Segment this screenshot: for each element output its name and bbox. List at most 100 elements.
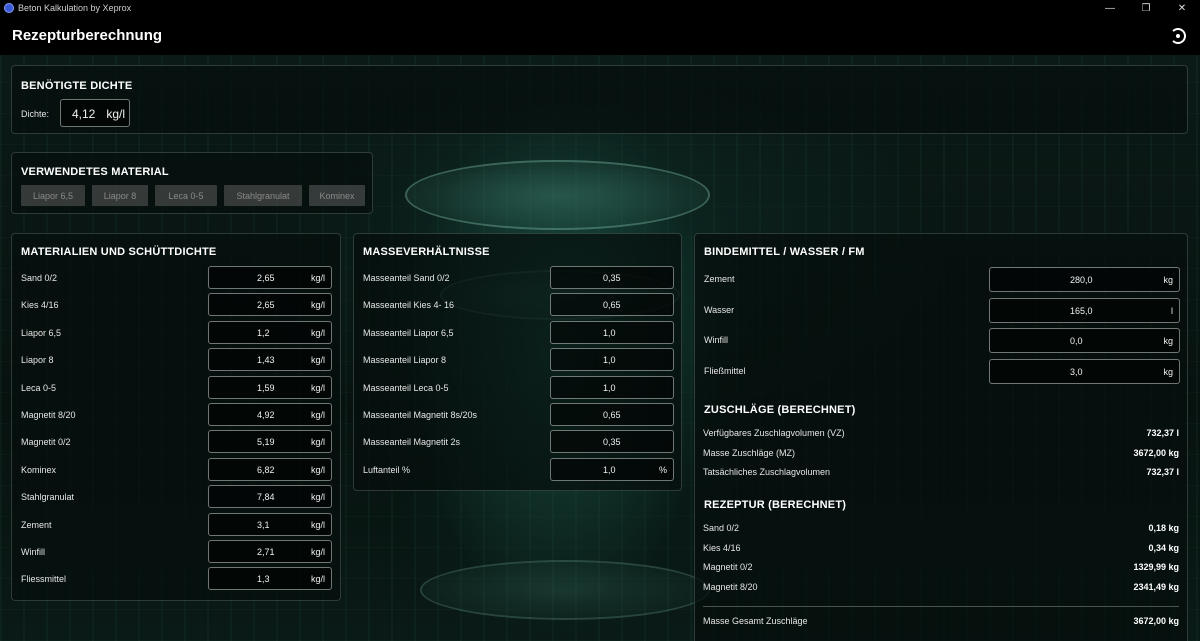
chip-kominex[interactable]: Kominex [309,185,365,206]
chip-liapor-6-5[interactable]: Liapor 6,5 [21,185,85,206]
mass-ratio-input[interactable]: 1,0 [550,320,674,344]
bulk-density-label: Kominex [21,464,57,475]
bulk-density-value: 1,59 [257,382,275,393]
recipe-total-row: Masse Gesamt Zuschläge 3672,00 kg [703,616,1179,626]
bulk-density-input[interactable]: 1,3 kg/l [208,567,332,591]
bulk-density-input[interactable]: 2,65 kg/l [208,293,332,317]
minimize-button[interactable]: — [1092,0,1128,16]
binder-unit: kg [1163,275,1173,285]
bulk-density-unit: kg/l [310,273,325,283]
mass-ratio-label: Masseanteil Magnetit 8s/20s [363,410,478,420]
density-value: 4,12 [72,107,96,121]
recipe-row: Magnetit 8/20 2341,49 kg [703,582,1179,592]
mass-ratio-value: 0,65 [603,410,621,420]
reset-icon[interactable] [1170,27,1186,44]
mass-ratio-input[interactable]: 1,0% [550,457,674,481]
recipe-value: 0,18 kg [1148,523,1179,533]
recipe-label: Magnetit 0/2 [703,562,753,572]
bulk-density-input[interactable]: 2,71 kg/l [208,540,332,563]
bulk-density-input[interactable]: 1,2 kg/l [208,320,332,344]
maximize-button[interactable]: ❐ [1128,0,1164,16]
binder-input[interactable]: 3,0 kg [989,358,1180,384]
bulk-density-value: 2,65 [257,300,275,311]
mass-ratio-value: 1,0 [603,382,616,393]
recipe-value: 1329,99 kg [1133,562,1179,572]
bulk-density-unit: kg/l [310,382,325,393]
bulk-density-input[interactable]: 5,19 kg/l [208,430,332,454]
mass-ratio-value: 1,0 [603,464,616,475]
aggregate-label: Masse Zuschläge (MZ) [703,447,796,458]
mass-ratio-input[interactable]: 0,65 [550,293,674,317]
bulk-density-unit: kg/l [310,300,325,311]
bulk-density-panel: MATERIALIEN UND SCHÜTTDICHTE Sand 0/2 2,6… [11,233,341,601]
aggregate-value: 732,37 l [1146,467,1179,477]
binder-input[interactable]: 280,0 kg [989,267,1180,292]
mass-ratio-input[interactable]: 0,65 [550,403,674,426]
aggregate-row: Verfügbares Zuschlagvolumen (VZ) 732,37 l [703,428,1179,438]
bulk-density-label: Sand 0/2 [21,273,58,283]
mass-ratio-value: 1,0 [603,355,616,366]
mass-ratio-input[interactable]: 1,0 [550,348,674,372]
recipe-total-value: 3672,00 kg [1133,616,1179,626]
bulk-density-unit: kg/l [310,355,325,366]
bulk-density-input[interactable]: 1,59 kg/l [208,375,332,399]
bulk-density-label: Stahlgranulat [21,492,75,503]
bulk-density-input[interactable]: 3,1 kg/l [208,512,332,536]
mass-ratio-unit: % [658,464,667,475]
aggregate-row: Masse Zuschläge (MZ) 3672,00 kg [703,448,1179,458]
binder-unit: kg [1163,366,1173,377]
aggregate-label: Tatsächliches Zuschlagvolumen [703,467,831,477]
bulk-density-label: Liapor 8 [21,355,54,366]
bulk-density-unit: kg/l [310,410,325,420]
mass-ratio-input[interactable]: 0,35 [550,266,674,289]
density-input[interactable]: 4,12 kg/l [60,99,130,127]
bulk-density-unit: kg/l [310,327,325,338]
recipe-label: Magnetit 8/20 [703,581,758,592]
bulk-density-input[interactable]: 6,82 kg/l [208,457,332,481]
bulk-density-value: 2,65 [257,273,275,283]
chip-leca-0-5[interactable]: Leca 0-5 [155,185,217,206]
bulk-density-input[interactable]: 1,43 kg/l [208,348,332,372]
mass-ratio-label: Masseanteil Sand 0/2 [363,273,450,283]
bulk-density-title: MATERIALIEN UND SCHÜTTDICHTE [21,246,217,258]
mass-ratio-label: Masseanteil Liapor 6,5 [363,327,454,338]
bulk-density-input[interactable]: 2,65 kg/l [208,266,332,289]
recipe-label: Sand 0/2 [703,523,740,533]
bulk-density-label: Winfill [21,547,45,557]
binder-input[interactable]: 0,0 kg [989,328,1180,353]
bulk-density-value: 2,71 [257,547,275,557]
mass-ratio-input[interactable]: 0,35 [550,430,674,454]
bulk-density-value: 7,84 [257,492,275,503]
binder-label: Winfill [704,335,728,345]
bulk-density-value: 5,19 [257,437,275,448]
window-controls: — ❐ ✕ [1092,0,1200,16]
bulk-density-label: Magnetit 8/20 [21,410,76,420]
bulk-density-value: 4,92 [257,410,275,420]
bulk-density-unit: kg/l [310,574,325,585]
bulk-density-unit: kg/l [310,519,325,530]
bulk-density-input[interactable]: 4,92 kg/l [208,403,332,426]
mass-ratio-input[interactable]: 1,0 [550,375,674,399]
bulk-density-unit: kg/l [310,492,325,503]
binder-label: Zement [704,274,735,284]
binder-value: 0,0 [1070,336,1083,346]
bulk-density-value: 1,2 [257,327,270,338]
bulk-density-label: Kies 4/16 [21,300,59,311]
close-button[interactable]: ✕ [1164,0,1200,16]
bulk-density-input[interactable]: 7,84 kg/l [208,485,332,509]
bulk-density-unit: kg/l [310,437,325,448]
bulk-density-label: Leca 0-5 [21,382,57,393]
chip-stahlgranulat[interactable]: Stahlgranulat [224,185,302,206]
material-title: VERWENDETES MATERIAL [21,166,169,178]
recipe-row: Kies 4/16 0,34 kg [703,543,1179,553]
binder-input[interactable]: 165,0 l [989,297,1180,323]
bulk-density-unit: kg/l [310,464,325,475]
window-title: Beton Kalkulation by Xeprox [18,3,132,13]
bulk-density-value: 3,1 [257,519,270,530]
material-panel: VERWENDETES MATERIAL Liapor 6,5 Liapor 8… [11,152,373,214]
mass-ratio-value: 0,35 [603,437,621,448]
density-title: BENÖTIGTE DICHTE [21,80,133,92]
bulk-density-value: 1,3 [257,574,270,585]
bulk-density-unit: kg/l [310,547,325,557]
chip-liapor-8[interactable]: Liapor 8 [92,185,148,206]
